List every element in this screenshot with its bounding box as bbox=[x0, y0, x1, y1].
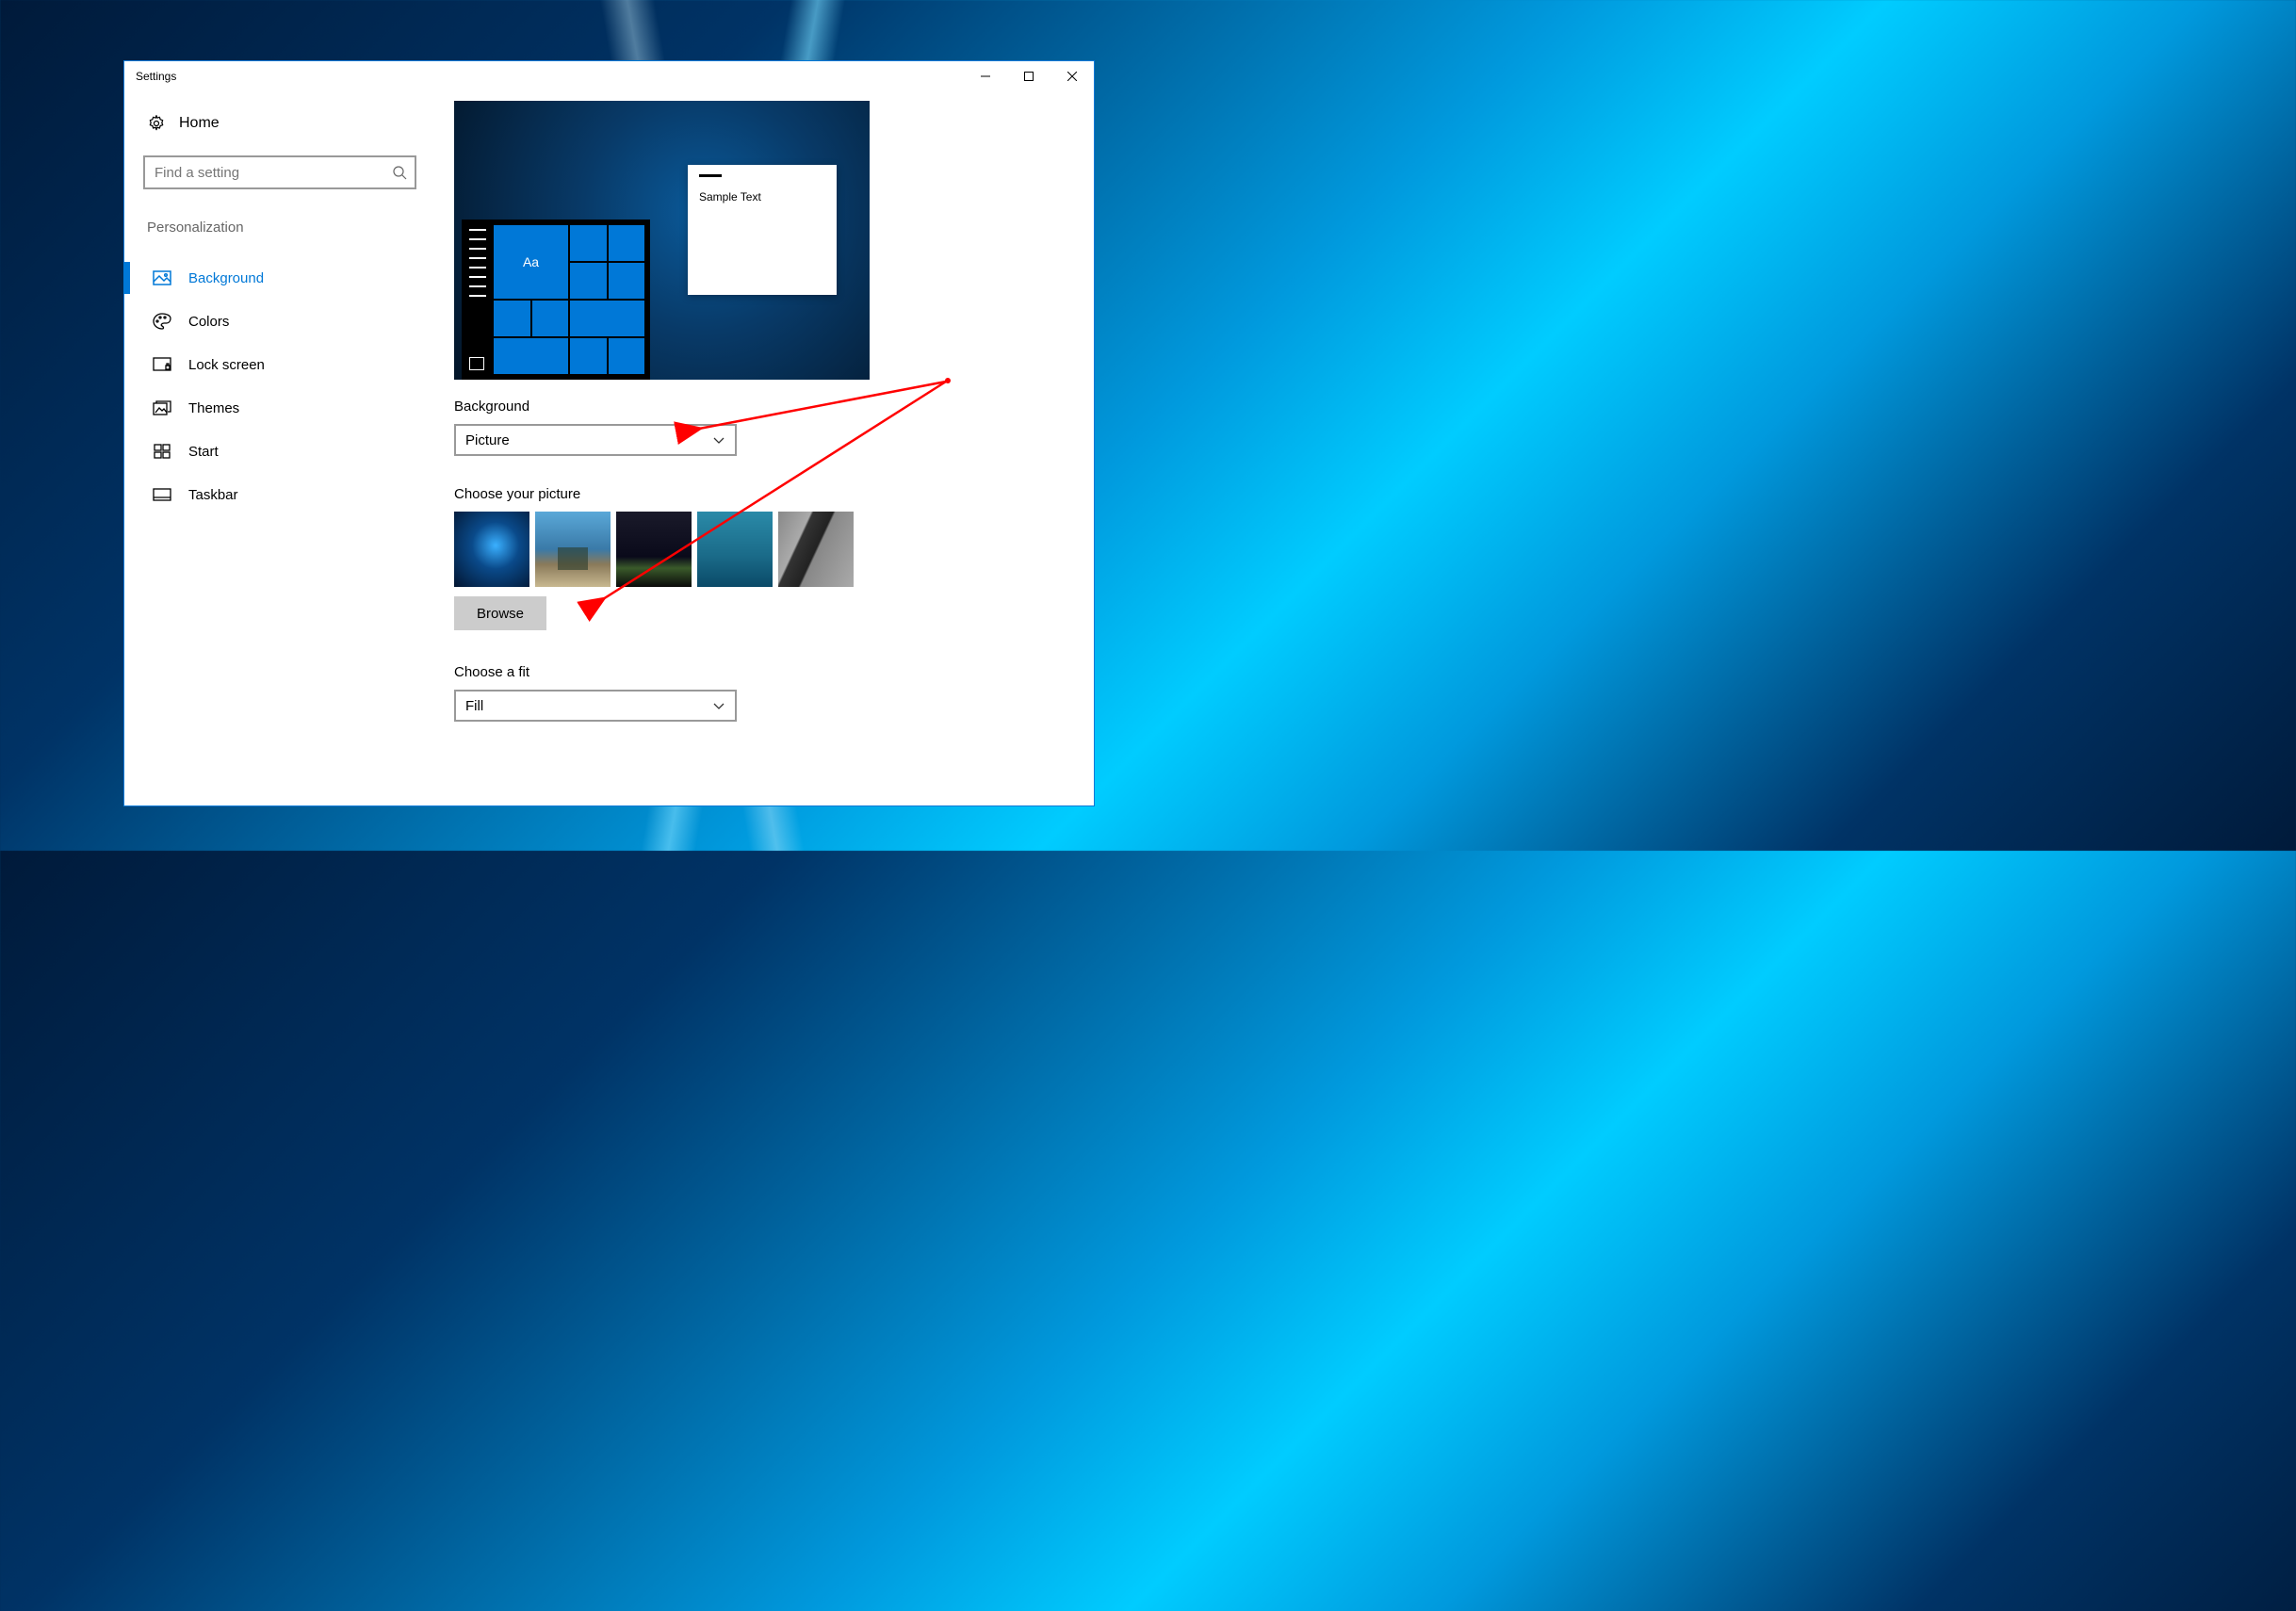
sidebar-item-label: Themes bbox=[188, 400, 239, 416]
sidebar-item-label: Taskbar bbox=[188, 487, 238, 503]
sidebar-item-colors[interactable]: Colors bbox=[143, 300, 416, 343]
picture-thumb-5[interactable] bbox=[778, 512, 854, 587]
minimize-icon bbox=[981, 72, 990, 81]
sidebar-item-taskbar[interactable]: Taskbar bbox=[143, 473, 416, 516]
sidebar-item-background[interactable]: Background bbox=[143, 256, 416, 300]
search-icon bbox=[392, 165, 407, 180]
background-label: Background bbox=[454, 399, 1094, 415]
sidebar-item-label: Background bbox=[188, 270, 264, 286]
window-title: Settings bbox=[136, 70, 176, 83]
sidebar-item-label: Start bbox=[188, 444, 219, 460]
close-icon bbox=[1067, 72, 1077, 81]
preview-start-menu: Aa bbox=[462, 220, 650, 380]
themes-icon bbox=[153, 399, 171, 416]
palette-icon bbox=[153, 313, 171, 330]
picture-thumbnails bbox=[454, 512, 1094, 587]
choose-picture-label: Choose your picture bbox=[454, 486, 1094, 502]
choose-fit-label: Choose a fit bbox=[454, 664, 1094, 680]
sidebar-item-start[interactable]: Start bbox=[143, 430, 416, 473]
sidebar-item-themes[interactable]: Themes bbox=[143, 386, 416, 430]
browse-button[interactable]: Browse bbox=[454, 596, 546, 630]
home-label: Home bbox=[179, 115, 220, 132]
background-value: Picture bbox=[465, 432, 712, 448]
fit-dropdown[interactable]: Fill bbox=[454, 690, 737, 722]
preview-sample-window: Sample Text bbox=[688, 165, 837, 295]
maximize-icon bbox=[1024, 72, 1034, 81]
sidebar-item-lock-screen[interactable]: Lock screen bbox=[143, 343, 416, 386]
content-area: Aa Sample Text Background Picture Cho bbox=[435, 91, 1094, 806]
search-input[interactable] bbox=[155, 165, 392, 181]
settings-window: Settings Home bbox=[123, 60, 1095, 806]
sidebar-item-label: Lock screen bbox=[188, 357, 265, 373]
search-input-wrap[interactable] bbox=[143, 155, 416, 189]
minimize-button[interactable] bbox=[964, 61, 1007, 91]
chevron-down-icon bbox=[712, 699, 725, 712]
gear-icon bbox=[147, 114, 166, 133]
picture-thumb-3[interactable] bbox=[616, 512, 692, 587]
picture-thumb-1[interactable] bbox=[454, 512, 529, 587]
desktop-preview: Aa Sample Text bbox=[454, 101, 870, 380]
maximize-button[interactable] bbox=[1007, 61, 1050, 91]
close-button[interactable] bbox=[1050, 61, 1094, 91]
lock-screen-icon bbox=[153, 356, 171, 373]
background-dropdown[interactable]: Picture bbox=[454, 424, 737, 456]
chevron-down-icon bbox=[712, 433, 725, 447]
sidebar: Home Personalization Background Colo bbox=[124, 91, 435, 806]
preview-tile-aa: Aa bbox=[494, 225, 568, 299]
start-icon bbox=[153, 443, 171, 460]
home-button[interactable]: Home bbox=[143, 108, 416, 138]
taskbar-icon bbox=[153, 486, 171, 503]
category-label: Personalization bbox=[143, 216, 416, 239]
picture-icon bbox=[153, 269, 171, 286]
sample-text: Sample Text bbox=[699, 190, 761, 203]
picture-thumb-4[interactable] bbox=[697, 512, 773, 587]
sidebar-item-label: Colors bbox=[188, 314, 229, 330]
fit-value: Fill bbox=[465, 698, 712, 714]
picture-thumb-2[interactable] bbox=[535, 512, 611, 587]
titlebar: Settings bbox=[124, 61, 1094, 91]
